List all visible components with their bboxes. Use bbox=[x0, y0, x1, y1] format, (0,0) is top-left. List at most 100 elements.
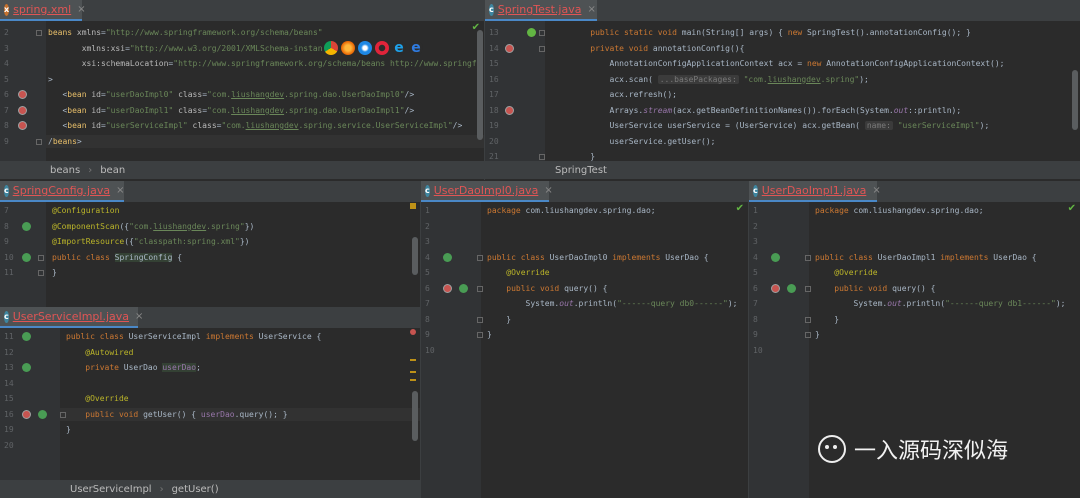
code-line[interactable]: AnnotationConfigApplicationContext acx =… bbox=[571, 59, 1005, 68]
code-line[interactable]: @ImportResource({"classpath:spring.xml"}… bbox=[52, 237, 250, 246]
spring-bean-icon[interactable] bbox=[771, 252, 780, 262]
spring-bean-icon[interactable] bbox=[22, 332, 31, 341]
code-line[interactable]: @ComponentScan({"com.liushangdev.spring"… bbox=[52, 222, 254, 231]
code-line[interactable]: xmlns:xsi="http://www.w3.org/2001/XMLSch… bbox=[48, 44, 323, 53]
vertical-scrollbar[interactable] bbox=[477, 30, 483, 140]
code-line[interactable]: <bean id="userDaoImpl0" class="com.liush… bbox=[48, 90, 414, 99]
fold-toggle-icon[interactable] bbox=[805, 285, 811, 292]
code-line[interactable]: public class SpringConfig { bbox=[52, 252, 182, 262]
close-icon[interactable]: × bbox=[135, 311, 143, 322]
fold-toggle-icon[interactable] bbox=[477, 285, 483, 292]
close-icon[interactable]: × bbox=[77, 4, 85, 15]
code-line[interactable]: @Override bbox=[815, 268, 877, 277]
code-line[interactable]: } bbox=[571, 152, 595, 161]
code-line[interactable]: public class UserDaoImpl0 implements Use… bbox=[487, 253, 709, 262]
spring-bean-icon[interactable] bbox=[505, 43, 514, 53]
code-line[interactable]: } bbox=[487, 330, 492, 339]
edge-icon[interactable]: e bbox=[409, 41, 423, 55]
tab-spring-config[interactable]: c SpringConfig.java × bbox=[0, 181, 124, 202]
code-line[interactable]: System.out.println("------query db0-----… bbox=[487, 299, 738, 308]
code-line[interactable]: beans xmlns="http://www.springframework.… bbox=[48, 28, 323, 37]
fold-toggle-icon[interactable] bbox=[60, 411, 66, 418]
code-line[interactable]: @Autowired bbox=[66, 348, 133, 357]
code-line[interactable]: acx.refresh(); bbox=[571, 90, 677, 99]
code-line[interactable]: public static void main(String[] args) {… bbox=[571, 28, 971, 37]
code-line[interactable]: xsi:schemaLocation="http://www.springfra… bbox=[48, 59, 477, 68]
code-line[interactable]: } bbox=[815, 330, 820, 339]
fold-toggle-icon[interactable] bbox=[539, 45, 545, 52]
spring-bean-icon[interactable] bbox=[18, 90, 27, 99]
fold-toggle-icon[interactable] bbox=[38, 254, 44, 261]
opera-icon[interactable] bbox=[375, 41, 389, 55]
breadcrumb-bean[interactable]: bean bbox=[100, 165, 125, 176]
implements-method-icon[interactable] bbox=[443, 283, 452, 293]
spring-bean-icon[interactable] bbox=[443, 252, 452, 262]
safari-icon[interactable] bbox=[358, 41, 372, 55]
spring-bean-icon[interactable] bbox=[505, 105, 514, 115]
fold-toggle-icon[interactable] bbox=[477, 254, 483, 261]
code-area[interactable]: public static void main(String[] args) {… bbox=[545, 21, 1080, 161]
breadcrumb-springtest[interactable]: SpringTest bbox=[555, 165, 607, 176]
spring-bean-icon[interactable] bbox=[22, 252, 31, 262]
fold-toggle-icon[interactable] bbox=[805, 316, 811, 323]
code-line[interactable]: public class UserDaoImpl1 implements Use… bbox=[815, 253, 1037, 262]
vertical-scrollbar[interactable] bbox=[412, 391, 418, 441]
fold-toggle-icon[interactable] bbox=[539, 30, 545, 36]
code-area[interactable]: public class UserServiceImpl implements … bbox=[60, 328, 420, 480]
spring-config-icon[interactable] bbox=[22, 221, 31, 231]
implements-method-icon[interactable] bbox=[22, 409, 31, 419]
spring-bean-icon[interactable] bbox=[18, 105, 27, 115]
fold-toggle-icon[interactable] bbox=[38, 270, 44, 276]
autowired-icon[interactable] bbox=[22, 363, 31, 372]
code-line[interactable]: > bbox=[48, 75, 53, 84]
code-line[interactable]: @Override bbox=[487, 268, 549, 277]
code-line[interactable]: package com.liushangdev.spring.dao; bbox=[487, 206, 656, 215]
breadcrumb-userserviceimpl[interactable]: UserServiceImpl bbox=[70, 484, 152, 495]
code-line[interactable]: } bbox=[487, 315, 511, 324]
ie-icon[interactable]: e bbox=[392, 41, 406, 55]
code-line[interactable]: public void query() { bbox=[815, 284, 935, 293]
code-line[interactable]: acx.scan( ...basePackages: "com.liushang… bbox=[571, 74, 869, 84]
run-icon[interactable] bbox=[527, 28, 536, 37]
close-icon[interactable]: × bbox=[544, 185, 552, 196]
tab-user-service-impl[interactable]: c UserServiceImpl.java × bbox=[0, 307, 143, 328]
code-line[interactable]: Arrays.stream(acx.getBeanDefinitionNames… bbox=[571, 106, 962, 115]
code-area[interactable]: @Configuration @ComponentScan({"com.liush… bbox=[46, 202, 420, 307]
fold-toggle-icon[interactable] bbox=[477, 332, 483, 338]
tab-spring-xml[interactable]: x spring.xml × bbox=[0, 0, 86, 21]
code-line[interactable]: public void getUser() { userDao.query();… bbox=[66, 410, 287, 419]
firefox-icon[interactable] bbox=[341, 41, 355, 55]
code-line[interactable]: } bbox=[66, 425, 71, 434]
code-line[interactable]: private UserDao userDao; bbox=[66, 363, 201, 372]
vertical-scrollbar[interactable] bbox=[412, 237, 418, 275]
spring-bean-icon[interactable] bbox=[18, 121, 27, 130]
fold-toggle-icon[interactable] bbox=[477, 316, 483, 323]
override-icon[interactable] bbox=[38, 409, 47, 419]
vertical-scrollbar[interactable] bbox=[1072, 70, 1078, 130]
code-line[interactable]: } bbox=[815, 315, 839, 324]
fold-toggle-icon[interactable] bbox=[539, 154, 545, 160]
close-icon[interactable]: × bbox=[872, 185, 880, 196]
fold-toggle-icon[interactable] bbox=[805, 254, 811, 261]
code-line[interactable]: <bean id="userServiceImpl" class="com.li… bbox=[48, 121, 462, 130]
code-line[interactable]: System.out.println("------query db1-----… bbox=[815, 299, 1066, 308]
code-line[interactable]: } bbox=[52, 268, 57, 277]
fold-toggle-icon[interactable] bbox=[805, 332, 811, 338]
code-line[interactable]: package com.liushangdev.spring.dao; bbox=[815, 206, 984, 215]
chrome-icon[interactable] bbox=[324, 41, 338, 55]
code-line[interactable]: UserService userService = (UserService) … bbox=[571, 121, 989, 130]
code-line[interactable]: @Configuration bbox=[52, 206, 119, 215]
fold-toggle-icon[interactable] bbox=[36, 138, 42, 145]
tab-spring-test[interactable]: c SpringTest.java × bbox=[485, 0, 597, 21]
tab-user-dao-impl1[interactable]: c UserDaoImpl1.java × bbox=[749, 181, 881, 202]
override-icon[interactable] bbox=[787, 283, 796, 293]
close-icon[interactable]: × bbox=[587, 4, 595, 15]
code-line[interactable]: public void query() { bbox=[487, 284, 607, 293]
code-area[interactable]: package com.liushangdev.spring.dao; publi… bbox=[481, 202, 748, 498]
code-line[interactable]: userService.getUser(); bbox=[571, 137, 716, 146]
code-line[interactable]: @Override bbox=[66, 394, 128, 403]
breadcrumb-getuser[interactable]: getUser() bbox=[172, 484, 219, 495]
implements-method-icon[interactable] bbox=[771, 283, 780, 293]
breadcrumb-beans[interactable]: beans bbox=[50, 165, 80, 176]
fold-toggle-icon[interactable] bbox=[36, 30, 42, 36]
